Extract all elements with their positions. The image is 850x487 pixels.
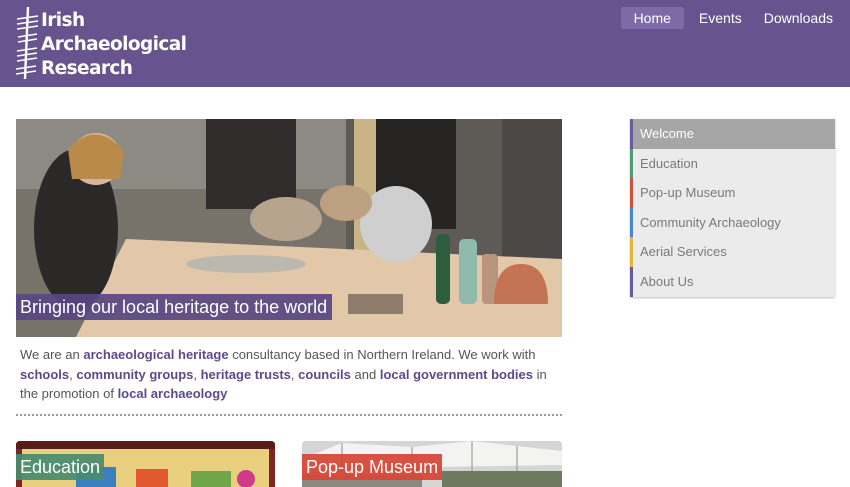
site-title-line-3: Research <box>41 58 133 79</box>
section-divider <box>16 414 562 416</box>
keyword-link[interactable]: heritage trusts <box>201 367 291 382</box>
site-title-line-1: Irish <box>41 10 85 31</box>
tile-education-label: Education <box>16 454 105 480</box>
tile-education[interactable]: Education <box>16 441 275 487</box>
keyword-link[interactable]: community groups <box>76 367 193 382</box>
sidebar-item-popup-museum[interactable]: Pop-up Museum <box>630 178 835 208</box>
site-header: Irish Archaeological Research Home Event… <box>0 0 850 87</box>
sidebar-item-about-us[interactable]: About Us <box>630 266 835 297</box>
tile-popup-museum-label: Pop-up Museum <box>302 454 443 480</box>
keyword-link[interactable]: local archaeology <box>118 386 228 401</box>
ogham-logo-icon <box>16 7 39 79</box>
hero-slideshow[interactable]: Bringing our local heritage to the world <box>16 119 562 337</box>
sidebar-item-aerial-services[interactable]: Aerial Services <box>630 237 835 267</box>
main-nav: Home Events Downloads <box>620 7 840 29</box>
sidebar-menu: Welcome Education Pop-up Museum Communit… <box>630 119 835 297</box>
site-logo[interactable]: Irish Archaeological Research <box>16 7 187 81</box>
tile-popup-museum[interactable]: Pop-up Museum <box>302 441 562 487</box>
sidebar-item-welcome[interactable]: Welcome <box>630 119 835 149</box>
intro-text: , <box>193 366 201 382</box>
intro-text: consultancy based in Northern Ireland. W… <box>228 347 536 362</box>
hero-caption: Bringing our local heritage to the world <box>16 294 333 320</box>
intro-text: and <box>350 366 380 382</box>
nav-home[interactable]: Home <box>620 7 684 29</box>
keyword-link[interactable]: councils <box>298 367 351 382</box>
nav-downloads[interactable]: Downloads <box>757 7 840 29</box>
keyword-link[interactable]: local government bodies <box>380 367 533 382</box>
site-title: Irish Archaeological Research <box>41 9 187 81</box>
site-title-line-2: Archaeological <box>41 34 187 55</box>
intro-paragraph: We are an archaeological heritage consul… <box>20 345 568 404</box>
sidebar-item-education[interactable]: Education <box>630 148 835 179</box>
intro-text: We are an <box>20 347 84 362</box>
keyword-link[interactable]: schools <box>20 367 69 382</box>
keyword-link[interactable]: archaeological heritage <box>83 347 228 362</box>
sidebar-item-community-archaeology[interactable]: Community Archaeology <box>630 207 835 238</box>
nav-events[interactable]: Events <box>692 7 749 29</box>
